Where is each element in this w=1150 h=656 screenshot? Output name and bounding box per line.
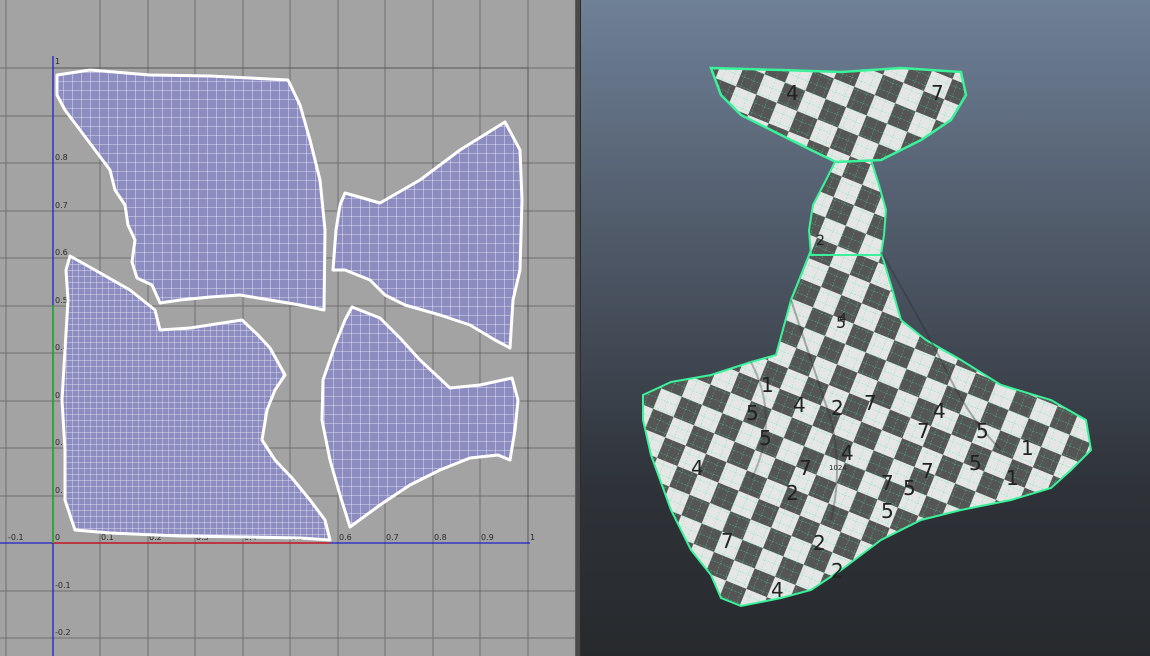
svg-text:7: 7 — [721, 529, 734, 553]
svg-text:0.5: 0.5 — [55, 296, 68, 305]
svg-text:0.8: 0.8 — [55, 153, 68, 162]
cloth-mesh[interactable] — [642, 66, 1093, 608]
svg-text:5: 5 — [976, 419, 989, 443]
svg-text:2: 2 — [831, 559, 844, 583]
svg-text:5: 5 — [903, 476, 916, 500]
svg-text:7: 7 — [921, 459, 934, 483]
svg-text:0.7: 0.7 — [55, 201, 68, 210]
svg-text:0.8: 0.8 — [434, 533, 447, 542]
svg-text:4: 4 — [691, 456, 704, 480]
perspective-viewport[interactable]: 4 7 2 5 1 4 5 7 2 5 4 7 5 2 4 7 5 7 1 4 … — [581, 0, 1150, 656]
svg-text:0.6: 0.6 — [339, 533, 352, 542]
svg-text:2: 2 — [813, 531, 826, 555]
svg-text:1: 1 — [530, 533, 535, 542]
svg-text:4: 4 — [933, 399, 946, 423]
svg-text:4: 4 — [771, 578, 784, 602]
svg-text:-0.1: -0.1 — [55, 581, 71, 590]
svg-text:4: 4 — [839, 311, 847, 325]
svg-text:1024: 1024 — [829, 464, 847, 472]
svg-text:5: 5 — [746, 401, 759, 425]
uv-canvas[interactable]: -0.1 0 0.1 0.2 0.3 0.4 0.5 0.6 0.7 0.8 0… — [0, 0, 575, 656]
svg-text:2: 2 — [786, 481, 799, 505]
svg-text:0: 0 — [55, 533, 60, 542]
svg-text:7: 7 — [917, 419, 930, 443]
svg-text:2: 2 — [831, 396, 844, 420]
svg-text:7: 7 — [931, 81, 944, 105]
svg-text:-0.1: -0.1 — [8, 533, 24, 542]
svg-text:1: 1 — [1021, 436, 1034, 460]
svg-text:-0.2: -0.2 — [55, 628, 71, 637]
uv-texture-editor[interactable]: -0.1 0 0.1 0.2 0.3 0.4 0.5 0.6 0.7 0.8 0… — [0, 0, 575, 656]
svg-text:1: 1 — [1006, 466, 1019, 490]
svg-text:0.9: 0.9 — [481, 533, 494, 542]
svg-text:5: 5 — [759, 426, 772, 450]
svg-text:1: 1 — [55, 57, 60, 66]
uv-shell-bottom-right[interactable] — [320, 305, 520, 529]
svg-text:4: 4 — [841, 441, 854, 465]
svg-text:7: 7 — [881, 471, 894, 495]
svg-text:4: 4 — [786, 81, 799, 105]
svg-text:1: 1 — [761, 373, 774, 397]
svg-text:5: 5 — [881, 499, 894, 523]
svg-text:7: 7 — [799, 456, 812, 480]
svg-text:5: 5 — [969, 451, 982, 475]
svg-text:2: 2 — [816, 233, 825, 249]
svg-text:4: 4 — [793, 393, 806, 417]
svg-text:0.7: 0.7 — [386, 533, 399, 542]
svg-text:0.6: 0.6 — [55, 248, 68, 257]
viewport-canvas[interactable]: 4 7 2 5 1 4 5 7 2 5 4 7 5 2 4 7 5 7 1 4 … — [581, 0, 1150, 656]
svg-text:7: 7 — [864, 391, 877, 415]
